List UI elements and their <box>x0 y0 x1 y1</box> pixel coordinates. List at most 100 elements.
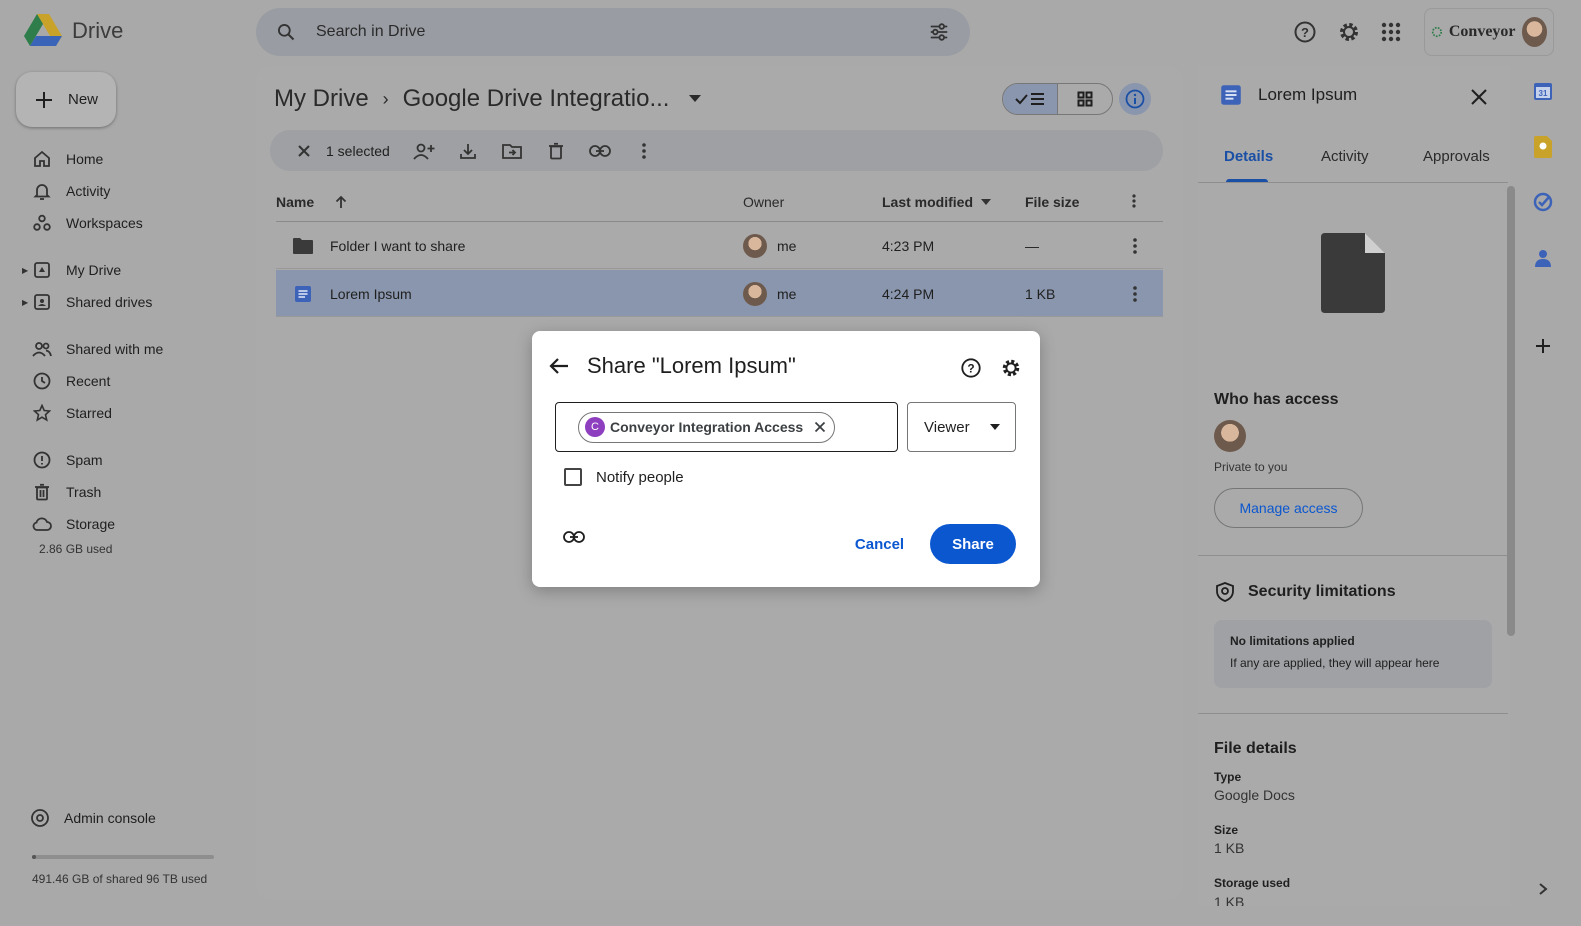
calendar-icon[interactable]: 31 <box>1532 80 1554 102</box>
security-shield-icon <box>1216 582 1234 602</box>
share-person-add-icon[interactable] <box>402 142 446 160</box>
nav-item-recent[interactable]: Recent <box>24 366 110 396</box>
tab-approvals[interactable]: Approvals <box>1423 148 1490 165</box>
arrow-up-icon[interactable] <box>334 195 348 209</box>
table-row-selected[interactable]: Lorem Ipsum me 4:24 PM 1 KB <box>276 270 1163 317</box>
workspaces-icon <box>24 214 60 232</box>
trash-icon <box>24 483 60 501</box>
remove-chip-icon[interactable] <box>814 421 826 433</box>
nav-item-my-drive[interactable]: ▶ My Drive <box>22 255 121 285</box>
tab-activity[interactable]: Activity <box>1321 148 1369 165</box>
notify-checkbox[interactable] <box>564 468 582 486</box>
new-button[interactable]: New <box>16 72 116 127</box>
nav-item-home[interactable]: Home <box>24 144 103 174</box>
search-options-icon[interactable] <box>928 21 950 43</box>
checkmark-list-icon <box>1015 93 1044 105</box>
clear-selection-icon[interactable] <box>282 144 326 158</box>
list-view-button[interactable] <box>1003 84 1058 114</box>
copy-link-icon[interactable] <box>563 531 585 543</box>
delete-icon[interactable] <box>534 142 578 160</box>
keep-icon[interactable] <box>1532 136 1554 158</box>
column-file-size[interactable]: File size <box>1025 194 1079 210</box>
apps-grid-icon[interactable] <box>1376 17 1406 47</box>
chevron-right-icon[interactable] <box>1532 878 1554 900</box>
breadcrumb-root[interactable]: My Drive <box>274 85 369 113</box>
row-more-icon[interactable] <box>1133 270 1137 317</box>
nav-item-workspaces[interactable]: Workspaces <box>24 208 143 238</box>
divider <box>1198 555 1508 556</box>
nav-item-shared-drives[interactable]: ▶ Shared drives <box>22 287 152 317</box>
add-people-input[interactable]: C Conveyor Integration Access <box>555 402 898 452</box>
details-info-button[interactable] <box>1119 83 1151 115</box>
column-options-icon[interactable] <box>1132 194 1136 208</box>
breadcrumb-current[interactable]: Google Drive Integratio... <box>403 85 670 113</box>
modified-time: 4:23 PM <box>882 237 935 254</box>
download-icon[interactable] <box>446 142 490 160</box>
details-header: Lorem Ipsum <box>1220 84 1357 106</box>
tab-details[interactable]: Details <box>1224 148 1273 165</box>
contacts-icon[interactable] <box>1532 247 1554 269</box>
file-name[interactable]: Lorem Ipsum <box>330 286 412 302</box>
cancel-button[interactable]: Cancel <box>842 524 917 564</box>
recipient-avatar: C <box>585 417 605 437</box>
share-button[interactable]: Share <box>930 524 1016 564</box>
grid-icon <box>1077 91 1093 107</box>
storage-used-value: 1 KB <box>1214 894 1245 906</box>
file-name[interactable]: Folder I want to share <box>330 238 465 254</box>
recipient-name: Conveyor Integration Access <box>610 419 804 435</box>
my-drive-icon <box>24 261 60 279</box>
search-input[interactable]: Search in Drive <box>316 23 928 41</box>
modified-time: 4:24 PM <box>882 285 935 302</box>
details-panel <box>1198 66 1510 906</box>
no-limits-text: No limitations applied <box>1230 634 1355 648</box>
details-scrollbar[interactable] <box>1507 186 1515 636</box>
manage-access-button[interactable]: Manage access <box>1214 488 1363 528</box>
settings-icon[interactable] <box>1334 17 1364 47</box>
file-details-heading: File details <box>1214 740 1297 757</box>
dropdown-caret-icon[interactable] <box>689 95 702 103</box>
security-heading: Security limitations <box>1248 583 1396 600</box>
move-to-folder-icon[interactable] <box>490 143 534 159</box>
app-name: Drive <box>72 18 124 43</box>
divider <box>1198 713 1508 714</box>
svg-text:?: ? <box>967 362 974 376</box>
search-bar[interactable]: Search in Drive <box>256 8 970 56</box>
owner-name: me <box>777 285 797 302</box>
account-switcher[interactable]: Conveyor <box>1424 8 1554 56</box>
nav-item-activity[interactable]: Activity <box>24 176 110 206</box>
drive-logo[interactable]: Drive <box>24 14 123 48</box>
more-actions-icon[interactable] <box>622 142 666 159</box>
help-icon[interactable]: ? <box>960 357 982 379</box>
recipient-chip[interactable]: C Conveyor Integration Access <box>578 411 836 443</box>
admin-console-link[interactable]: Admin console <box>30 808 156 828</box>
nav-item-shared-with-me[interactable]: Shared with me <box>24 334 163 364</box>
copy-link-icon[interactable] <box>578 144 622 157</box>
close-details-icon[interactable] <box>1466 84 1492 110</box>
notify-people-row[interactable]: Notify people <box>564 468 684 486</box>
search-icon[interactable] <box>276 22 296 42</box>
storage-used-label: Storage used <box>1214 876 1291 890</box>
chevron-right-icon: › <box>382 88 389 109</box>
help-icon[interactable]: ? <box>1290 17 1320 47</box>
shared-drives-icon <box>24 293 60 311</box>
grid-view-button[interactable] <box>1058 84 1112 114</box>
nav-item-starred[interactable]: Starred <box>24 398 112 428</box>
table-row[interactable]: Folder I want to share me 4:23 PM — <box>276 222 1163 269</box>
expand-caret-icon[interactable]: ▶ <box>22 266 28 275</box>
role-select[interactable]: Viewer <box>907 402 1016 452</box>
column-owner[interactable]: Owner <box>743 194 784 210</box>
nav-item-storage[interactable]: Storage <box>24 509 115 539</box>
home-icon <box>24 150 60 168</box>
column-name[interactable]: Name <box>276 194 348 210</box>
expand-caret-icon[interactable]: ▶ <box>22 298 28 307</box>
share-settings-icon[interactable] <box>1000 357 1022 379</box>
google-docs-icon <box>295 285 311 302</box>
column-last-modified[interactable]: Last modified <box>882 194 992 210</box>
tasks-icon[interactable] <box>1532 191 1554 213</box>
back-arrow-icon[interactable] <box>548 356 570 376</box>
nav-item-spam[interactable]: Spam <box>24 445 103 475</box>
star-icon <box>24 404 60 422</box>
row-more-icon[interactable] <box>1133 222 1137 269</box>
add-addon-icon[interactable] <box>1532 335 1554 357</box>
nav-item-trash[interactable]: Trash <box>24 477 101 507</box>
